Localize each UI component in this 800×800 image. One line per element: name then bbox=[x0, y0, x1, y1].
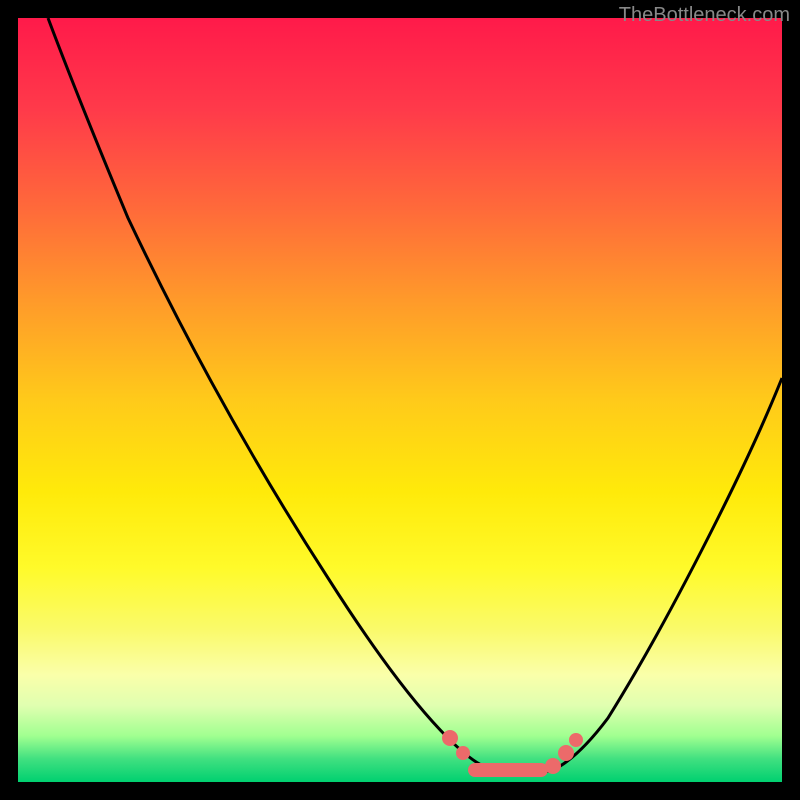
bottleneck-curve bbox=[18, 18, 782, 782]
chart-container: TheBottleneck.com bbox=[0, 0, 800, 800]
curve-path bbox=[48, 18, 782, 773]
plot-area bbox=[18, 18, 782, 782]
watermark-text: TheBottleneck.com bbox=[619, 4, 790, 27]
marker-band bbox=[442, 730, 583, 777]
